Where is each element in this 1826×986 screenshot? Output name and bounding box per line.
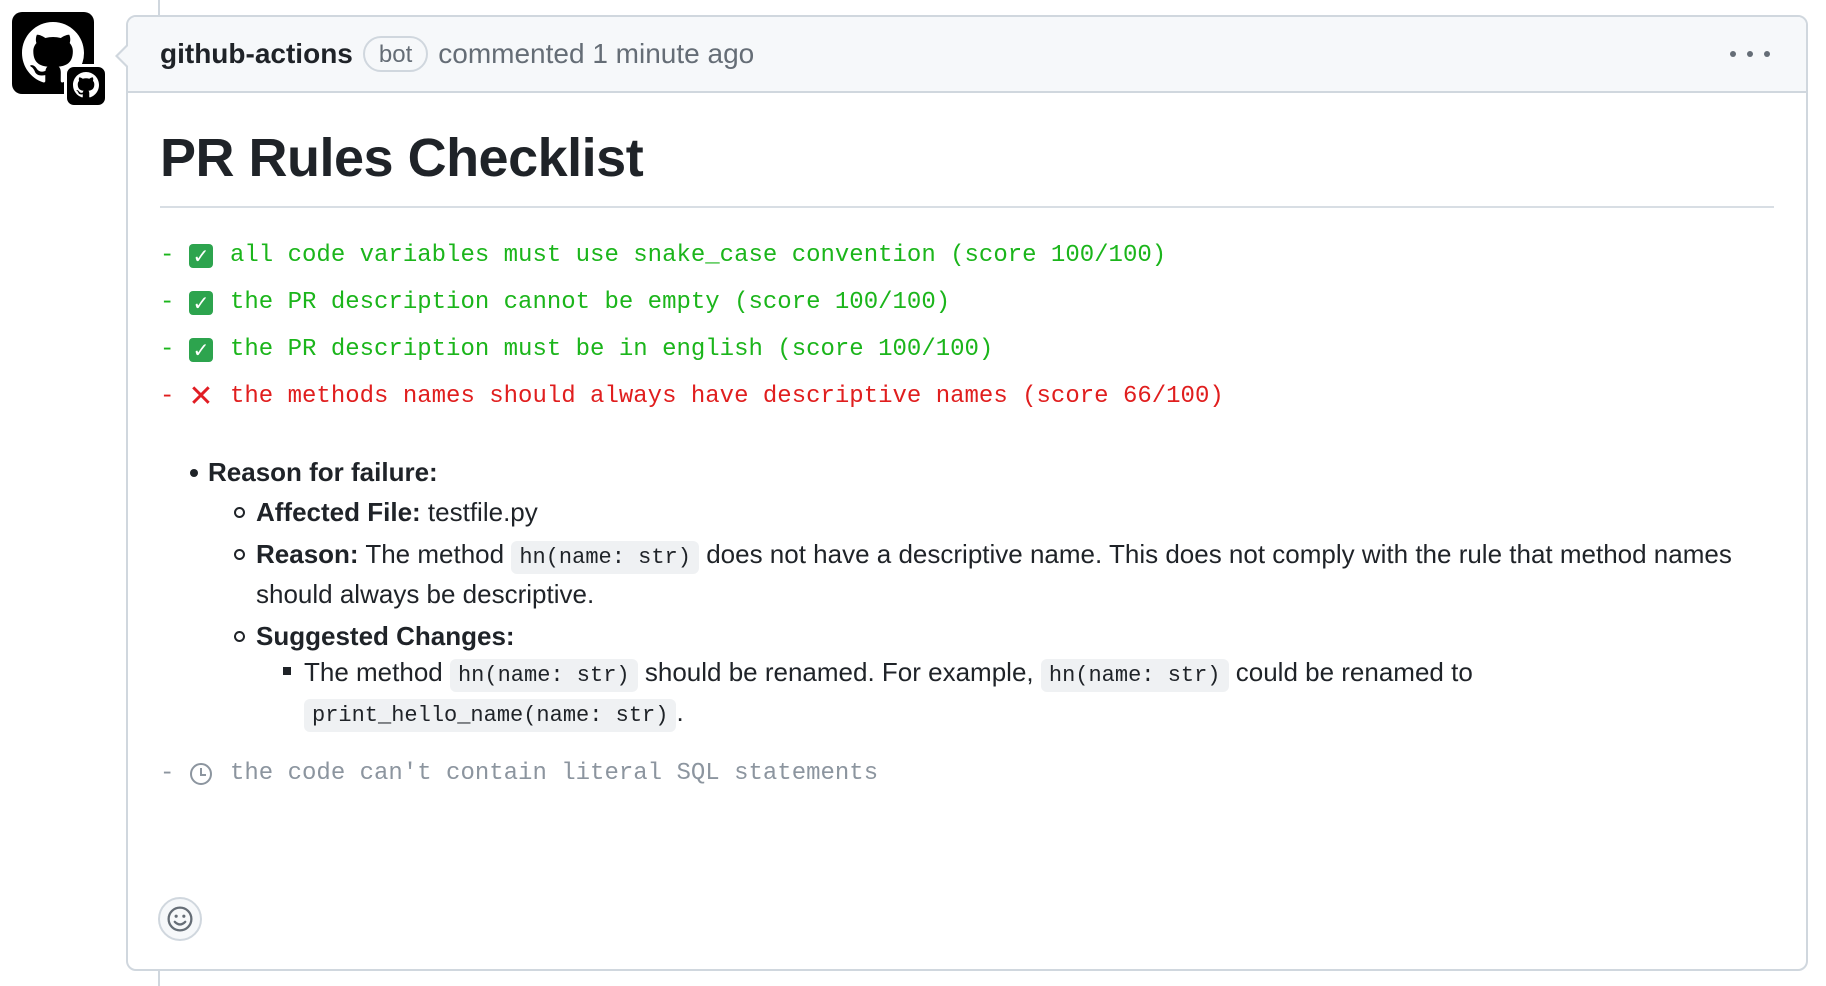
check-icon: ✓ [189, 290, 213, 315]
comment-timestamp[interactable]: commented 1 minute ago [438, 38, 754, 70]
github-badge-icon [73, 72, 99, 98]
affected-file: testfile.py [427, 497, 538, 528]
rule-text: the PR description cannot be empty (scor… [230, 289, 951, 317]
list-item: Affected File: testfile.py [160, 494, 1774, 530]
comment-body: PR Rules Checklist - ✓ all code variable… [128, 128, 1806, 797]
rule-item: - the code can't contain literal SQL sta… [160, 760, 879, 788]
rule-text: the PR description must be in english (s… [230, 336, 994, 364]
clock-icon [190, 762, 212, 785]
comment-header: github-actions bot commented 1 minute ag… [128, 17, 1806, 93]
rules-list: - ✓ all code variables must use snake_ca… [160, 232, 1774, 420]
inline-code: hn(name: str) [449, 659, 638, 693]
rule-item: - ✓ all code variables must use snake_ca… [160, 242, 1167, 270]
failure-heading: Reason for failure: [208, 457, 438, 488]
list-item: Reason: The method hn(name: str) does no… [160, 536, 1774, 612]
rule-text: the methods names should always have des… [230, 383, 1224, 411]
page-title: PR Rules Checklist [160, 128, 1774, 209]
check-icon: ✓ [189, 243, 213, 268]
rule-text: all code variables must use snake_case c… [230, 242, 1167, 270]
inline-code: hn(name: str) [511, 541, 699, 575]
check-icon: ✓ [189, 337, 213, 362]
comment-box: github-actions bot commented 1 minute ag… [115, 15, 1808, 971]
list-item: The method hn(name: str) should be renam… [160, 654, 1774, 734]
rule-item: - ✓ the PR description cannot be empty (… [160, 289, 951, 317]
kebab-dot-icon [1730, 51, 1736, 57]
inline-code: print_hello_name(name: str) [304, 699, 677, 733]
failure-details: Reason for failure: Affected File: testf… [160, 450, 1774, 734]
rule-item: - ✕ the methods names should always have… [160, 378, 1224, 414]
pending-rules-list: - the code can't contain literal SQL sta… [160, 750, 1774, 797]
rule-item: - ✓ the PR description must be in englis… [160, 336, 994, 364]
smiley-icon [167, 906, 193, 932]
cross-icon: ✕ [188, 378, 214, 414]
rule-text: the code can't contain literal SQL state… [230, 760, 879, 788]
app-badge [64, 64, 108, 108]
bot-badge: bot [362, 36, 429, 72]
author-link[interactable]: github-actions [160, 38, 353, 70]
list-item: Reason for failure: [160, 450, 1774, 494]
inline-code: hn(name: str) [1040, 659, 1229, 693]
avatar[interactable] [12, 12, 108, 108]
add-reaction-button[interactable] [158, 897, 202, 941]
more-options-button[interactable] [1730, 39, 1770, 69]
list-item: Suggested Changes: [160, 618, 1774, 654]
